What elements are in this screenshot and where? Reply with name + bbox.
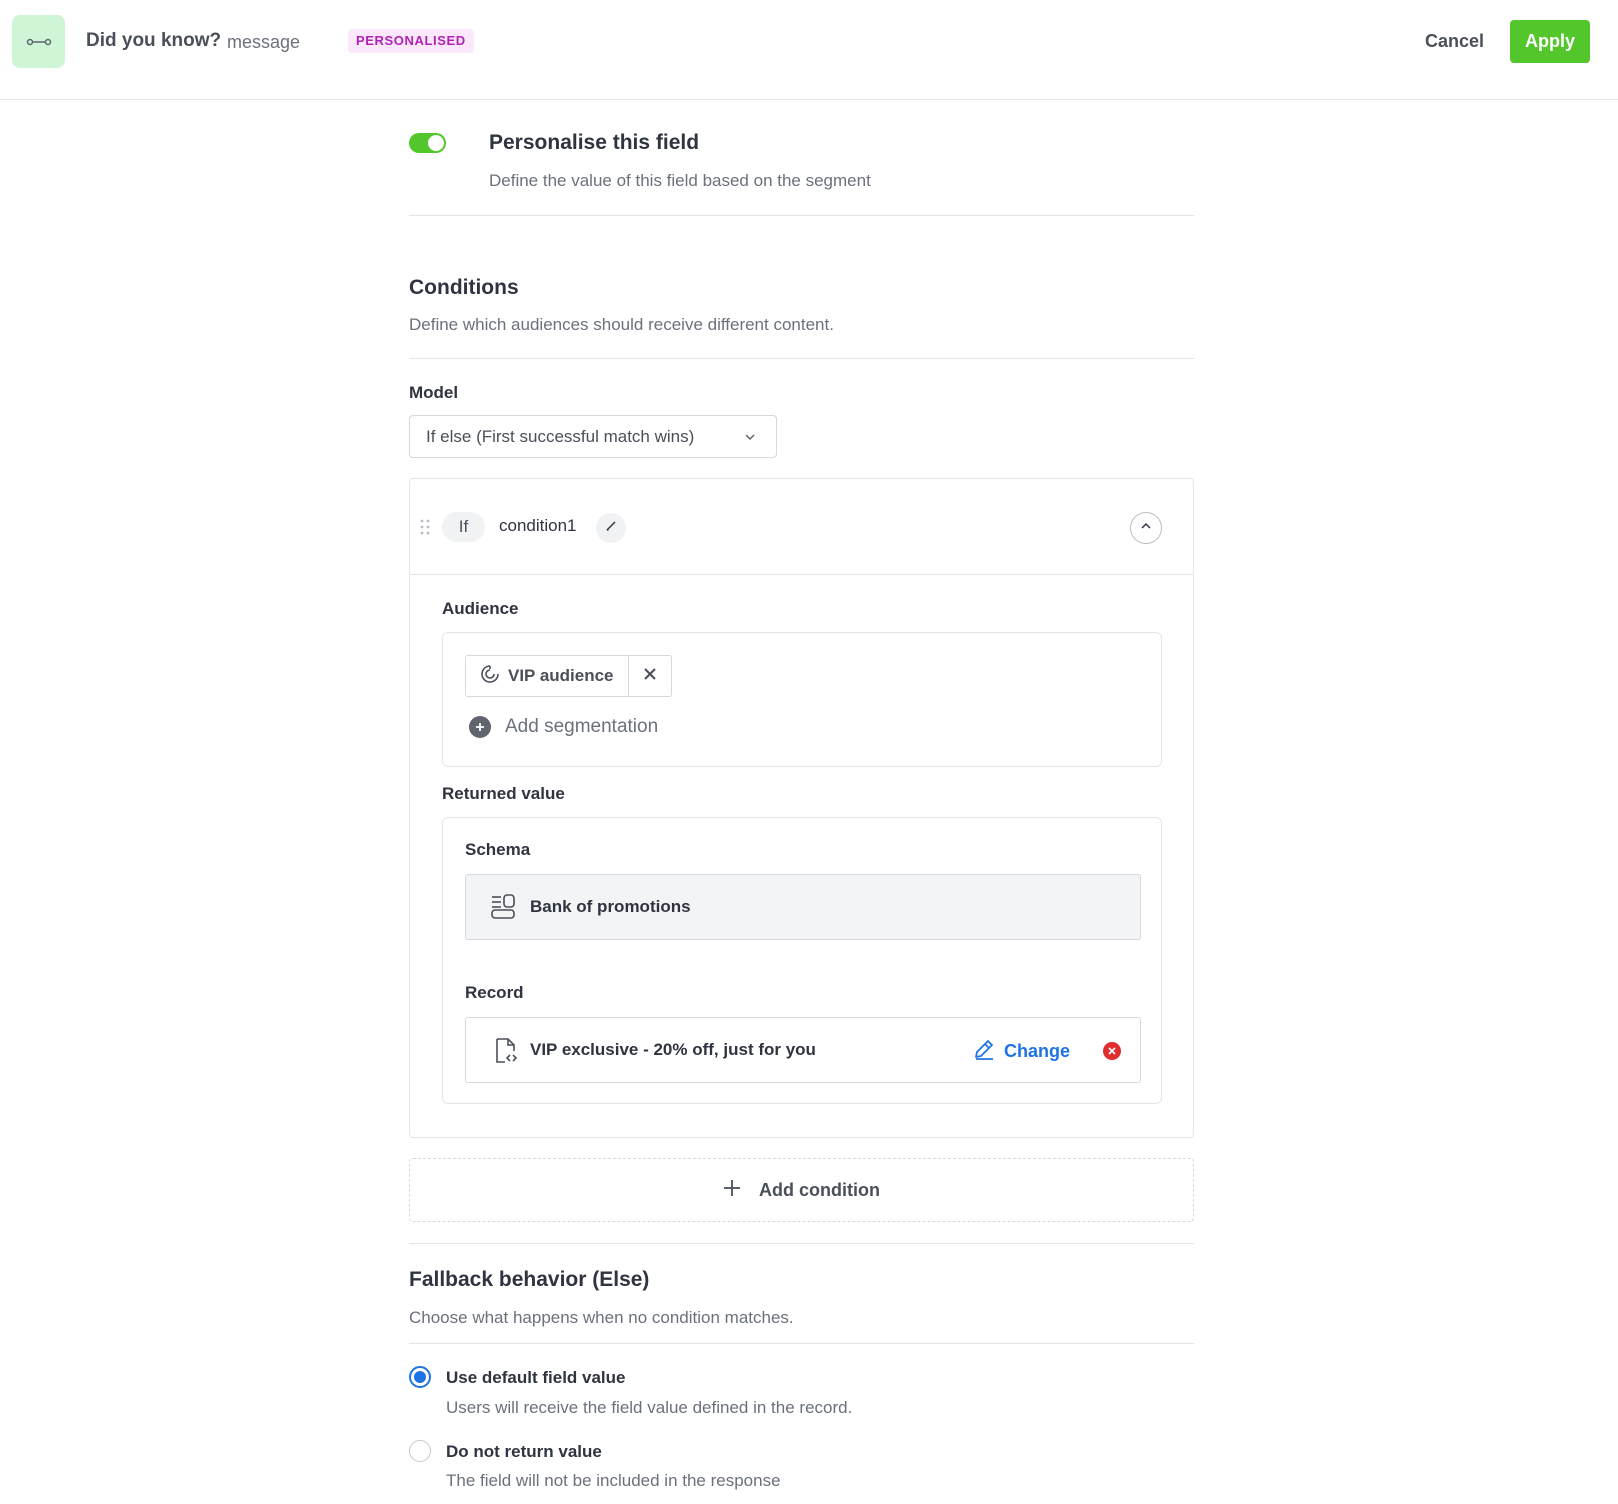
personalised-badge: PERSONALISED [348, 29, 474, 53]
toggle-knob [428, 135, 444, 151]
audience-chip-body[interactable]: VIP audience [466, 656, 629, 696]
use-default-label: Use default field value [446, 1368, 626, 1387]
plus-icon [723, 1179, 741, 1202]
personalise-toggle[interactable] [409, 133, 446, 153]
connector-icon [12, 15, 65, 68]
do-not-return-label: Do not return value [446, 1442, 602, 1461]
fallback-title: Fallback behavior (Else) [409, 1268, 650, 1291]
schema-field[interactable]: Bank of promotions [465, 874, 1141, 940]
returned-value-label: Returned value [442, 784, 565, 803]
record-value: VIP exclusive - 20% off, just for you [530, 1040, 816, 1059]
fallback-description: Choose what happens when no condition ma… [409, 1308, 794, 1327]
returned-value-box: Schema Bank of promotions Record VIP exc… [442, 817, 1162, 1104]
chevron-down-icon [744, 430, 756, 448]
divider [409, 1343, 1194, 1344]
model-select[interactable]: If else (First successful match wins) [409, 415, 777, 458]
schema-value: Bank of promotions [530, 897, 691, 916]
cancel-button[interactable]: Cancel [1413, 20, 1496, 62]
personalise-description: Define the value of this field based on … [489, 171, 871, 190]
add-segmentation-label: Add segmentation [505, 716, 659, 737]
segment-icon [480, 664, 500, 689]
top-bar: Did you know? message PERSONALISED Cance… [0, 0, 1618, 100]
model-select-value: If else (First successful match wins) [426, 427, 695, 446]
chevron-up-icon [1140, 519, 1152, 537]
do-not-return-description: The field will not be included in the re… [446, 1471, 781, 1490]
apply-button[interactable]: Apply [1510, 20, 1590, 63]
audience-label: Audience [442, 599, 519, 618]
record-field: VIP exclusive - 20% off, just for you Ch… [465, 1017, 1141, 1083]
condition-card: If condition1 Audience VIP audience Add … [409, 478, 1194, 1138]
audience-chip: VIP audience [465, 655, 672, 697]
close-icon [643, 667, 657, 686]
collapse-button[interactable] [1130, 512, 1162, 544]
edit-name-button[interactable] [596, 513, 626, 543]
model-label: Model [409, 383, 459, 402]
conditions-title: Conditions [409, 276, 519, 299]
conditions-description: Define which audiences should receive di… [409, 315, 834, 334]
use-default-description: Users will receive the field value defin… [446, 1398, 853, 1417]
personalise-title: Personalise this field [489, 131, 700, 154]
add-condition-label: Add condition [759, 1179, 880, 1200]
change-label: Change [1004, 1041, 1071, 1061]
schema-icon [490, 894, 516, 925]
audience-chip-label: VIP audience [508, 666, 614, 685]
divider [409, 1243, 1194, 1244]
plus-circle-icon [469, 716, 491, 738]
add-segmentation-button[interactable]: Add segmentation [469, 716, 658, 738]
document-code-icon [494, 1037, 518, 1070]
condition-name: condition1 [499, 516, 577, 535]
change-record-link[interactable]: Change [972, 1037, 1070, 1066]
record-label: Record [465, 983, 524, 1002]
remove-record-icon[interactable] [1103, 1042, 1121, 1060]
pencil-icon [972, 1037, 996, 1066]
schema-label: Schema [465, 840, 531, 859]
audience-box: VIP audience Add segmentation [442, 632, 1162, 767]
divider [409, 358, 1194, 359]
condition-header: If condition1 [410, 479, 1193, 575]
drag-handle-icon[interactable] [420, 519, 430, 540]
page-subtitle: message [227, 32, 301, 52]
remove-audience-button[interactable] [629, 656, 671, 696]
divider [409, 215, 1194, 216]
page-title: Did you know? [86, 30, 222, 51]
add-condition-button[interactable]: Add condition [409, 1158, 1194, 1222]
pencil-icon [605, 519, 617, 537]
if-keyword: If [442, 512, 485, 542]
radio-do-not-return[interactable] [409, 1440, 431, 1462]
radio-use-default[interactable] [409, 1366, 431, 1388]
